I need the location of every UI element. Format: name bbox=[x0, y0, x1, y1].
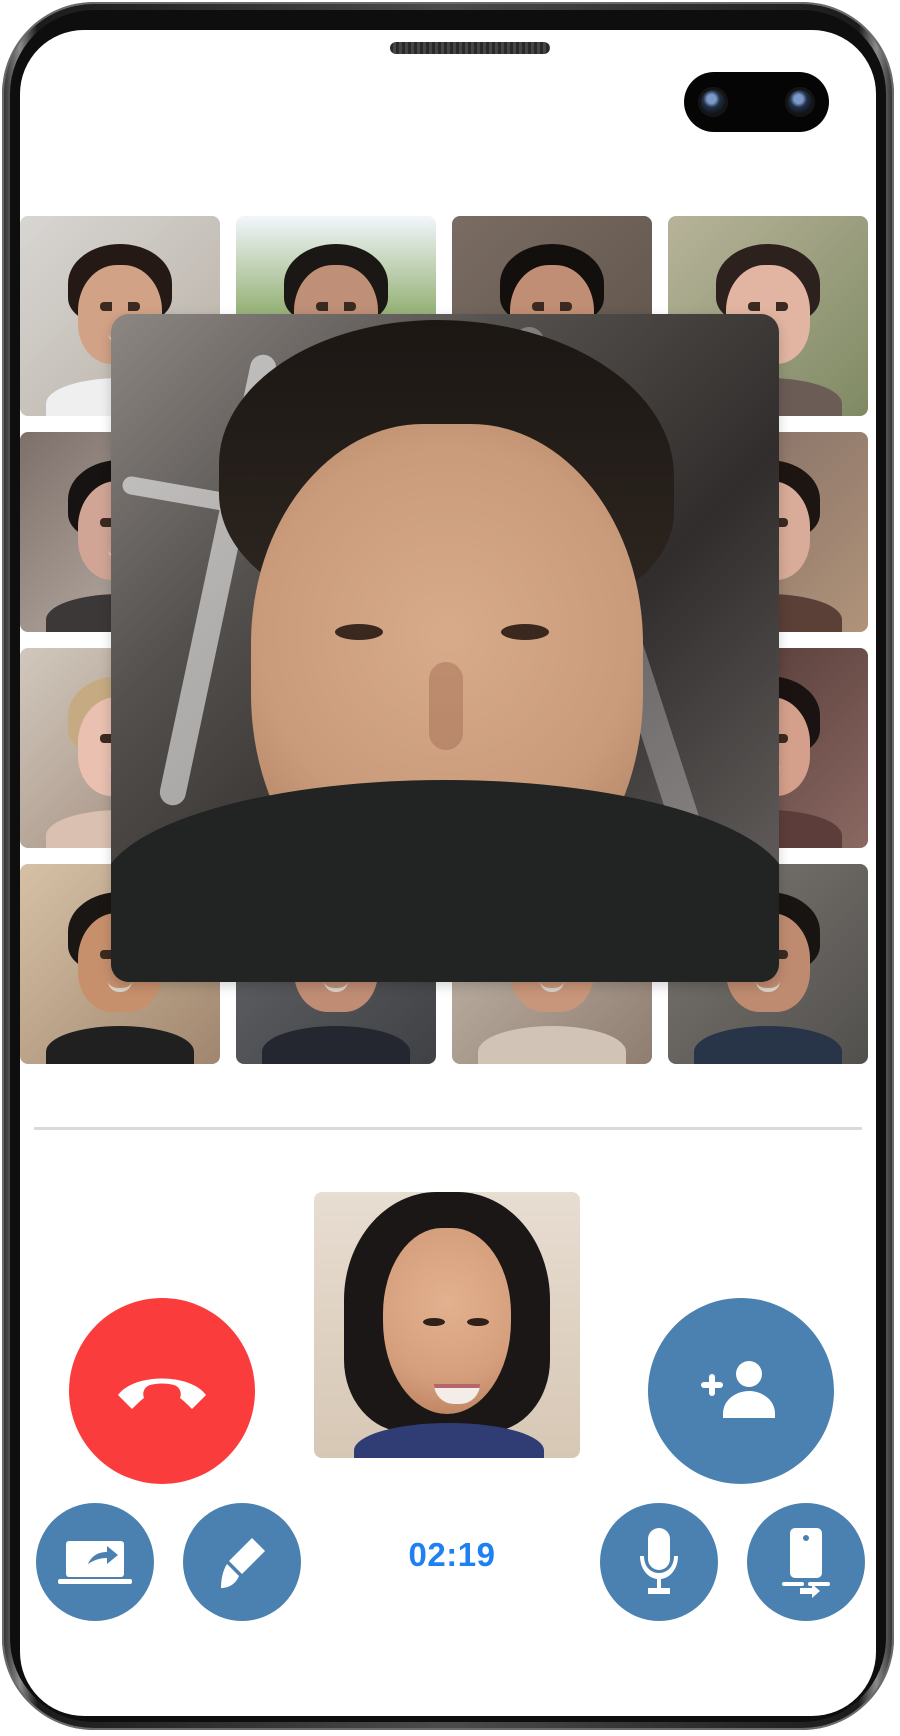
speaker-shirt bbox=[111, 780, 779, 982]
camera-lens-left bbox=[698, 87, 728, 117]
speaker-nose bbox=[429, 662, 463, 750]
call-screen: 02:19 bbox=[20, 30, 876, 1716]
microphone-button[interactable] bbox=[600, 1503, 718, 1621]
self-view-shirt bbox=[354, 1423, 544, 1458]
front-camera-cluster bbox=[684, 72, 829, 132]
active-speaker-video[interactable] bbox=[111, 314, 779, 982]
self-view-eye bbox=[467, 1318, 489, 1326]
self-view-thumbnail[interactable] bbox=[314, 1192, 580, 1458]
speaker-grille bbox=[390, 42, 550, 54]
microphone-icon bbox=[640, 1528, 678, 1594]
end-call-button[interactable] bbox=[69, 1298, 255, 1484]
device-switch-button[interactable] bbox=[747, 1503, 865, 1621]
self-view-eye bbox=[423, 1318, 445, 1326]
paint-brush-icon bbox=[221, 1538, 265, 1588]
share-screen-button[interactable] bbox=[36, 1503, 154, 1621]
camera-lens-right bbox=[785, 87, 815, 117]
add-user-icon bbox=[701, 1361, 775, 1418]
annotate-button[interactable] bbox=[183, 1503, 301, 1621]
section-divider bbox=[34, 1127, 862, 1130]
speaker-eye bbox=[335, 624, 383, 640]
share-screen-icon bbox=[58, 1541, 132, 1584]
speaker-eye bbox=[501, 624, 549, 640]
add-user-button[interactable] bbox=[648, 1298, 834, 1484]
phone-hangup-icon bbox=[118, 1378, 206, 1409]
device-switch-icon bbox=[782, 1528, 830, 1598]
call-timer: 02:19 bbox=[408, 1536, 496, 1573]
